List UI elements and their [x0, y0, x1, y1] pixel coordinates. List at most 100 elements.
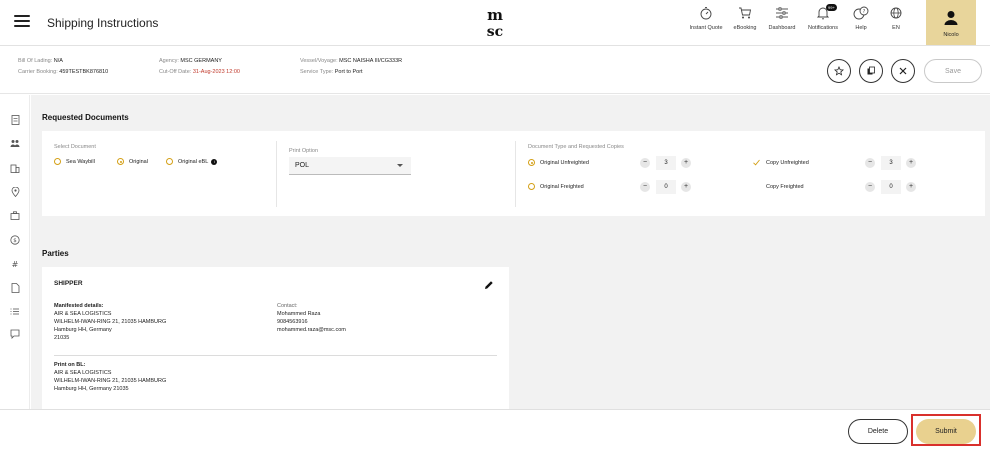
checkbox-empty-icon: [753, 183, 760, 190]
option-original-freighted[interactable]: Original Freighted: [528, 183, 584, 190]
doc-type-label: Document Type and Requested Copies: [528, 144, 624, 150]
divider: [54, 355, 497, 356]
hamburger-menu-icon[interactable]: [14, 15, 30, 27]
decrement-button[interactable]: −: [865, 182, 875, 192]
chevron-down-icon: [397, 164, 403, 167]
radio-icon: [528, 183, 535, 190]
copy-button[interactable]: [859, 59, 883, 83]
footer-bar: [0, 409, 990, 449]
submit-button[interactable]: Submit: [916, 419, 976, 444]
file-icon[interactable]: [10, 283, 20, 293]
decrement-button[interactable]: −: [640, 182, 650, 192]
print-line: Hamburg HH, Germany 21035: [54, 386, 129, 392]
main-content: Requested Documents Select Document Sea …: [31, 95, 990, 409]
option-copy-freighted[interactable]: Copy Freighted: [753, 183, 804, 190]
close-button[interactable]: [891, 59, 915, 83]
print-line: WILHELM-IWAN-RING 21, 21035 HAMBURG: [54, 378, 167, 384]
manifested-line: AIR & SEA LOGISTICS: [54, 311, 112, 317]
divider: [276, 141, 277, 207]
decrement-button[interactable]: −: [640, 158, 650, 168]
msc-logo[interactable]: m sc: [481, 6, 509, 40]
quantity-value[interactable]: 0: [881, 180, 901, 194]
notification-badge: 99+: [826, 4, 837, 11]
increment-button[interactable]: +: [906, 158, 916, 168]
stopwatch-icon: [700, 7, 712, 20]
svg-text:#: #: [12, 260, 19, 269]
document-icon[interactable]: [10, 115, 20, 125]
option-original[interactable]: Original: [117, 158, 148, 165]
contact-line: mohammed.raza@msc.com: [277, 327, 346, 333]
nav-ebooking[interactable]: eBooking: [725, 6, 765, 31]
option-original-ebl[interactable]: Original eBL i: [166, 158, 218, 165]
option-original-unfreighted[interactable]: Original Unfreighted: [528, 159, 589, 166]
manifested-line: 21035: [54, 335, 70, 341]
pencil-edit-icon[interactable]: [484, 280, 494, 290]
shipper-title: SHIPPER: [54, 280, 83, 287]
briefcase-icon[interactable]: [10, 211, 20, 221]
top-header: Shipping Instructions m sc Instant Quote…: [0, 0, 990, 46]
sliders-icon: [776, 7, 788, 19]
contact-line: Mohammed Raza: [277, 311, 321, 317]
nav-dashboard[interactable]: Dashboard: [762, 6, 802, 31]
favorite-button[interactable]: [827, 59, 851, 83]
cart-icon: [739, 7, 752, 19]
nav-notifications[interactable]: 99+ Notifications: [802, 4, 844, 31]
quantity-value[interactable]: 3: [656, 156, 676, 170]
contact-label: Contact:: [277, 303, 298, 309]
radio-icon: [54, 158, 61, 165]
print-line: AIR & SEA LOGISTICS: [54, 370, 112, 376]
option-sea-waybill[interactable]: Sea Waybill: [54, 158, 95, 165]
svg-text:?: ?: [863, 9, 866, 15]
nav-language[interactable]: EN: [876, 6, 916, 31]
user-menu[interactable]: Nicolo: [926, 0, 976, 45]
divider: [515, 141, 516, 207]
list-icon[interactable]: [10, 307, 20, 317]
shipper-card: SHIPPER Manifested details: AIR & SEA LO…: [42, 267, 509, 409]
vessel-voyage: Vessel/Voyage: MSC NAISHA III/CG333R: [300, 58, 403, 64]
svg-text:sc: sc: [487, 24, 503, 40]
decrement-button[interactable]: −: [865, 158, 875, 168]
quantity-value[interactable]: 0: [656, 180, 676, 194]
svg-text:m: m: [487, 6, 503, 24]
select-document-label: Select Document: [54, 144, 96, 150]
copy-icon: [867, 66, 875, 75]
hash-icon[interactable]: #: [10, 259, 20, 269]
dollar-icon[interactable]: $: [10, 235, 20, 245]
manifested-label: Manifested details:: [54, 303, 104, 309]
globe-icon: [890, 7, 902, 19]
increment-button[interactable]: +: [681, 182, 691, 192]
parties-title: Parties: [42, 249, 69, 258]
service-type: Service Type: Port to Port: [300, 69, 363, 75]
save-button[interactable]: Save: [924, 59, 982, 83]
quantity-value[interactable]: 3: [881, 156, 901, 170]
comment-icon[interactable]: [10, 329, 20, 339]
requested-documents-card: Select Document Sea Waybill Original Ori…: [42, 131, 985, 216]
requested-documents-title: Requested Documents: [42, 113, 129, 122]
nav-help[interactable]: ? Help: [841, 6, 881, 31]
info-icon[interactable]: i: [211, 158, 218, 165]
contact-line: 9084563916: [277, 319, 308, 325]
user-icon: [944, 11, 958, 25]
left-rail: $ #: [0, 95, 30, 409]
delete-button[interactable]: Delete: [848, 419, 908, 444]
increment-button[interactable]: +: [906, 182, 916, 192]
print-option-select[interactable]: POL: [289, 157, 411, 175]
cutoff-date: Cut-Off Date: 31-Aug-2023 12:00: [159, 69, 240, 75]
print-option-label: Print Option: [289, 148, 319, 154]
location-pin-icon[interactable]: [10, 186, 20, 198]
option-copy-unfreighted[interactable]: Copy Unfreighted: [753, 159, 809, 166]
svg-text:$: $: [13, 238, 17, 244]
close-icon: [899, 67, 907, 75]
checkmark-icon: [753, 159, 760, 166]
carrier-booking: Carrier Booking: 459TESTBK876810: [18, 69, 109, 75]
help-chat-icon: ?: [853, 6, 869, 20]
agency: Agency: MSC GERMANY: [159, 58, 222, 64]
radio-icon: [166, 158, 173, 165]
manifested-line: Hamburg HH, Germany: [54, 327, 112, 333]
people-icon[interactable]: [10, 139, 20, 149]
nav-instant-quote[interactable]: Instant Quote: [686, 6, 726, 31]
print-on-bl-label: Print on BL:: [54, 362, 86, 368]
increment-button[interactable]: +: [681, 158, 691, 168]
building-icon[interactable]: [10, 163, 20, 173]
radio-selected-icon: [528, 159, 535, 166]
